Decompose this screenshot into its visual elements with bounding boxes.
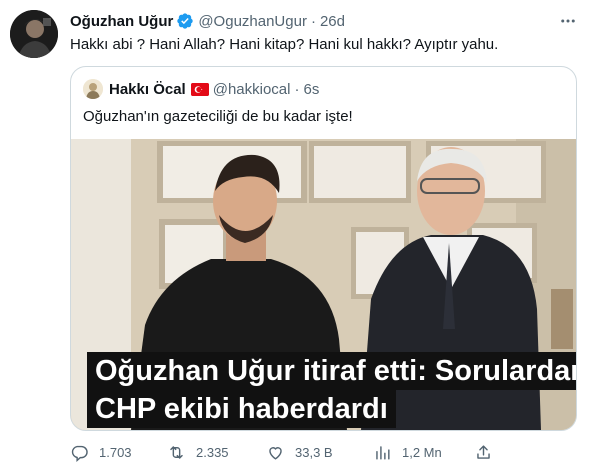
verified-badge-icon [176,12,194,30]
share-icon [477,444,490,459]
retweet-button[interactable]: 2.335 [167,440,229,464]
tweet-time[interactable]: 26d [320,13,345,30]
like-count: 33,3 B [295,444,333,460]
retweet-count: 2.335 [196,444,229,460]
share-button[interactable] [474,440,503,464]
heart-icon [269,446,282,460]
author-name[interactable]: Oğuzhan Uğur [70,13,173,30]
author-handle[interactable]: @OguzhanUgur [198,13,307,30]
photo-headline-line2: CHP ekibi haberdardı [87,390,396,428]
author-avatar[interactable] [10,10,58,58]
views-chart-icon [376,445,390,460]
reply-icon [71,445,88,462]
reply-button[interactable]: 1.703 [70,440,132,464]
quoted-tweet-text: Oğuzhan'ın gazeteciliği de bu kadar işte… [83,108,353,125]
reply-count: 1.703 [99,444,132,460]
views-button[interactable]: 1,2 Mn [373,440,442,464]
quoted-author-avatar[interactable] [83,79,103,99]
quoted-tweet-photo[interactable]: Oğuzhan Uğur itiraf etti: Sorulardan CHP… [71,139,576,430]
quoted-tweet-header: Hakkı Öcal @hakkiocal · 6s [83,79,319,99]
quoted-tweet-time[interactable]: 6s [303,81,319,98]
like-button[interactable]: 33,3 B [266,440,333,464]
retweet-icon [170,445,183,459]
separator-dot: · [310,12,316,30]
tweet-text: Hakkı abi ? Hani Allah? Hani kitap? Hani… [70,36,499,53]
separator-dot: · [294,80,300,98]
more-icon[interactable] [556,10,580,32]
quoted-tweet[interactable]: Hakkı Öcal @hakkiocal · 6s Oğuzhan'ın ga… [70,66,577,431]
quoted-author-handle[interactable]: @hakkiocal [213,81,291,98]
tweet[interactable]: Oğuzhan Uğur @OguzhanUgur · 26d Hakkı ab… [0,0,589,468]
views-count: 1,2 Mn [402,444,442,460]
tweet-header: Oğuzhan Uğur @OguzhanUgur · 26d [70,11,345,31]
quoted-author-name[interactable]: Hakkı Öcal [109,81,186,98]
tweet-actions: 1.703 2.335 33,3 B 1,2 Mn [70,440,510,464]
turkey-flag-icon [190,82,209,96]
photo-headline-line1: Oğuzhan Uğur itiraf etti: Sorulardan [87,352,576,390]
